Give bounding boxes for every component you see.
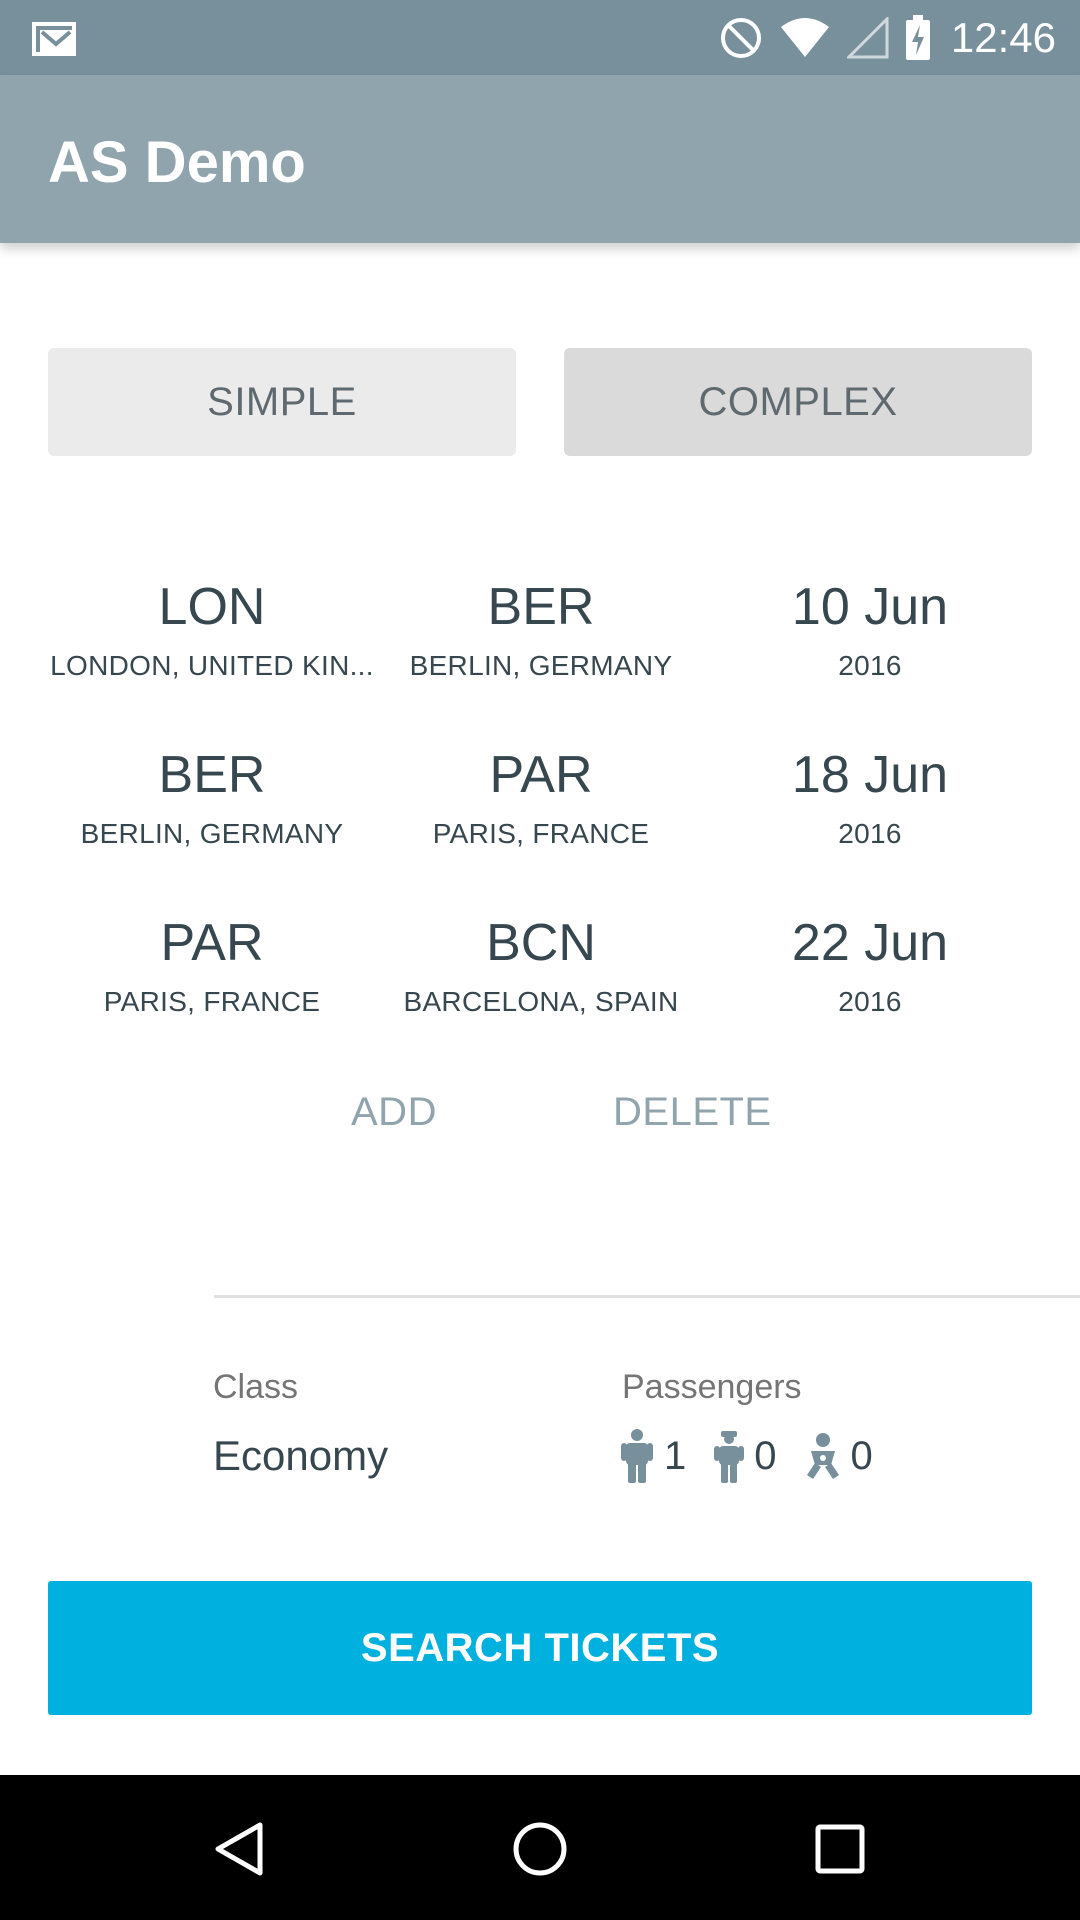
- date-year: 2016: [838, 818, 902, 849]
- passengers-selector[interactable]: 1 0 0: [620, 1428, 901, 1484]
- app-title: AS Demo: [48, 130, 306, 195]
- adult-icon: [620, 1429, 654, 1483]
- date-year: 2016: [838, 650, 902, 681]
- child-passengers[interactable]: 0: [714, 1429, 777, 1483]
- origin-name: LONDON, UNITED KIN...: [50, 650, 374, 681]
- class-selector[interactable]: Economy: [213, 1432, 388, 1480]
- navigation-bar: [0, 1775, 1080, 1920]
- do-not-disturb-icon: [719, 16, 763, 60]
- signal-icon: [846, 16, 889, 59]
- passengers-label: Passengers: [622, 1368, 802, 1406]
- origin-name: BERLIN, GERMANY: [80, 818, 344, 849]
- origin-code: PAR: [160, 914, 264, 972]
- status-bar: 12:46: [0, 0, 1080, 75]
- origin-selector[interactable]: LON LONDON, UNITED KIN...: [47, 576, 377, 684]
- home-icon[interactable]: [508, 1817, 572, 1881]
- adult-passengers[interactable]: 1: [620, 1429, 686, 1483]
- infant-icon: [805, 1431, 841, 1481]
- recents-icon[interactable]: [808, 1817, 872, 1881]
- app-bar: AS Demo: [0, 75, 1080, 243]
- date-value: 22 Jun: [791, 914, 949, 972]
- child-count: 0: [754, 1433, 777, 1478]
- infant-passengers[interactable]: 0: [805, 1431, 873, 1481]
- destination-code: PAR: [489, 746, 593, 804]
- date-selector[interactable]: 18 Jun 2016: [705, 744, 1035, 852]
- destination-name: BERLIN, GERMANY: [409, 650, 673, 681]
- route-row: PAR PARIS, FRANCE BCN BARCELONA, SPAIN 2…: [0, 912, 1080, 1032]
- route-row: LON LONDON, UNITED KIN... BER BERLIN, GE…: [0, 576, 1080, 696]
- origin-selector[interactable]: BER BERLIN, GERMANY: [47, 744, 377, 852]
- date-value: 18 Jun: [791, 746, 949, 804]
- destination-code: BCN: [486, 914, 596, 972]
- origin-name: PARIS, FRANCE: [103, 986, 321, 1017]
- complex-button[interactable]: COMPLEX: [564, 348, 1032, 456]
- destination-name: BARCELONA, SPAIN: [403, 986, 679, 1017]
- infant-count: 0: [850, 1433, 873, 1478]
- destination-code: BER: [487, 578, 595, 636]
- add-route-button[interactable]: ADD: [351, 1090, 437, 1135]
- child-icon: [714, 1429, 745, 1483]
- back-icon[interactable]: [208, 1817, 272, 1881]
- adult-count: 1: [664, 1433, 687, 1478]
- battery-charging-icon: [905, 14, 931, 61]
- date-year: 2016: [838, 986, 902, 1017]
- origin-code: LON: [158, 578, 266, 636]
- destination-selector[interactable]: PAR PARIS, FRANCE: [376, 744, 706, 852]
- origin-code: BER: [158, 746, 266, 804]
- destination-selector[interactable]: BER BERLIN, GERMANY: [376, 576, 706, 684]
- class-label: Class: [213, 1368, 299, 1406]
- delete-route-button[interactable]: DELETE: [613, 1090, 772, 1135]
- origin-selector[interactable]: PAR PARIS, FRANCE: [47, 912, 377, 1020]
- divider: [214, 1295, 1080, 1298]
- simple-button[interactable]: SIMPLE: [48, 348, 516, 456]
- date-selector[interactable]: 10 Jun 2016: [705, 576, 1035, 684]
- gmail-icon: [32, 18, 76, 58]
- destination-selector[interactable]: BCN BARCELONA, SPAIN: [376, 912, 706, 1020]
- wifi-icon: [779, 17, 831, 59]
- date-value: 10 Jun: [791, 578, 949, 636]
- destination-name: PARIS, FRANCE: [432, 818, 650, 849]
- search-tickets-button[interactable]: SEARCH TICKETS: [48, 1581, 1032, 1715]
- status-time: 12:46: [950, 13, 1056, 61]
- date-selector[interactable]: 22 Jun 2016: [705, 912, 1035, 1020]
- route-row: BER BERLIN, GERMANY PAR PARIS, FRANCE 18…: [0, 744, 1080, 864]
